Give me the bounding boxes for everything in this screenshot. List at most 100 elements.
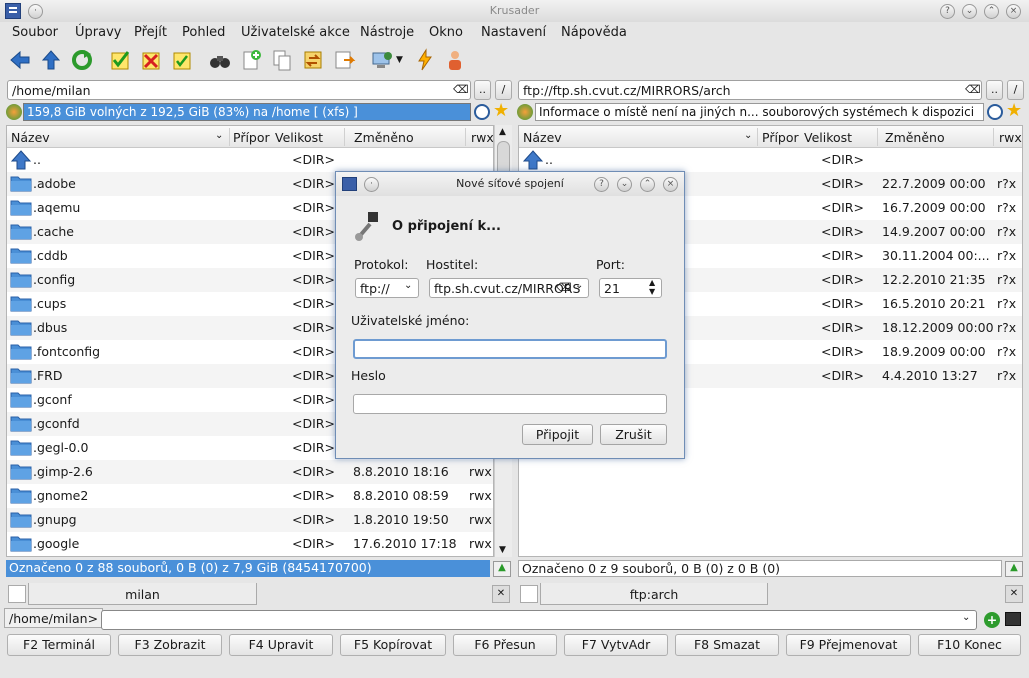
right-history-icon[interactable] [987,104,1003,120]
left-tab[interactable]: milan [28,583,257,605]
menu-okno[interactable]: Okno [429,25,463,40]
protocol-chevron-down-icon[interactable]: ⌄ [404,280,412,291]
host-clear-icon[interactable]: ⌫ [556,281,572,294]
minimize-icon[interactable]: ⌄ [962,4,977,19]
connect-button[interactable]: Připojit [522,424,593,445]
dialog-maximize-icon[interactable]: ⌃ [640,177,655,192]
unselect-all-icon[interactable] [139,48,163,72]
folder-icon [10,487,32,504]
cmdline-input[interactable] [101,610,977,630]
network-icon[interactable] [370,48,394,72]
compare-icon[interactable] [332,48,356,72]
f8-delete-button[interactable]: F8 Smazat [675,634,779,656]
f3-view-button[interactable]: F3 Zobrazit [118,634,222,656]
right-media-icon[interactable] [517,104,533,120]
sort-chevron-icon[interactable]: ⌄ [744,130,752,141]
menu-prejit[interactable]: Přejít [134,25,167,40]
right-close-tab-icon[interactable]: ✕ [1005,585,1023,603]
select-all-icon[interactable] [108,48,132,72]
left-parent-button[interactable]: .. [474,80,491,100]
right-root-button[interactable]: / [1007,80,1024,100]
left-path-input[interactable]: /home/milan [7,80,471,100]
col-ext[interactable]: Přípor [233,130,270,145]
file-name: .gconfd [33,416,80,431]
dialog-titlebar: · Nové síťové spojení ? ⌄ ⌃ × [336,172,684,196]
host-chevron-down-icon[interactable]: ⌄ [575,280,583,291]
f5-copy-button[interactable]: F5 Kopírovat [340,634,446,656]
left-sync-up-icon[interactable]: ▲ [493,561,511,577]
left-bookmark-icon[interactable]: ★ [493,100,509,121]
col-name[interactable]: Název [523,130,562,145]
left-history-icon[interactable] [474,104,490,120]
disconnect-icon[interactable] [413,48,437,72]
sync-icon[interactable] [301,48,325,72]
menu-soubor[interactable]: Soubor [12,25,58,40]
close-icon[interactable]: × [1006,4,1021,19]
dialog-close-icon[interactable]: × [663,177,678,192]
refresh-icon[interactable] [70,48,94,72]
copy-file-icon[interactable] [270,48,294,72]
left-clear-icon[interactable]: ⌫ [453,83,469,96]
username-input[interactable] [353,339,667,359]
root-user-icon[interactable] [443,48,467,72]
right-sync-up-icon[interactable]: ▲ [1005,561,1023,577]
folder-icon [10,295,32,312]
chevron-down-icon[interactable]: ▼ [396,55,403,65]
right-parent-button[interactable]: .. [986,80,1003,100]
back-icon[interactable] [8,48,32,72]
menu-nastaveni[interactable]: Nastavení [481,25,546,40]
right-new-tab-icon[interactable] [520,585,538,603]
dialog-help-icon[interactable]: ? [594,177,609,192]
file-row[interactable]: .gnome2 <DIR> 8.8.2010 08:59 rwx [7,484,493,508]
col-name[interactable]: Název [11,130,50,145]
f4-edit-button[interactable]: F4 Upravit [229,634,333,656]
file-row[interactable]: .. <DIR> [7,148,493,172]
maximize-icon[interactable]: ⌃ [984,4,999,19]
f6-move-button[interactable]: F6 Přesun [453,634,557,656]
col-perm[interactable]: rwx [999,130,1022,145]
f7-mkdir-button[interactable]: F7 VytvAdr [564,634,668,656]
menu-uzivatelske-akce[interactable]: Uživatelské akce [241,25,350,40]
left-close-tab-icon[interactable]: ✕ [492,585,510,603]
col-modified[interactable]: Změněno [354,130,414,145]
menu-nastroje[interactable]: Nástroje [360,25,414,40]
terminal-icon[interactable] [1005,612,1021,626]
add-icon[interactable]: + [984,612,1000,628]
f9-rename-button[interactable]: F9 Přejmenovat [786,634,911,656]
sort-chevron-icon[interactable]: ⌄ [215,130,223,141]
password-input[interactable] [353,394,667,414]
col-modified[interactable]: Změněno [885,130,945,145]
f2-terminal-button[interactable]: F2 Terminál [7,634,111,656]
invert-selection-icon[interactable] [170,48,194,72]
menu-napoveda[interactable]: Nápověda [561,25,627,40]
port-stepper-icon[interactable]: ▲ ▼ [649,278,655,296]
right-tab[interactable]: ftp:arch [540,583,768,605]
col-size[interactable]: Velikost [804,130,852,145]
right-clear-icon[interactable]: ⌫ [965,83,981,96]
left-root-button[interactable]: / [495,80,512,100]
scroll-down-icon[interactable]: ▼ [499,545,506,555]
file-row[interactable]: .gimp-2.6 <DIR> 8.8.2010 18:16 rwx [7,460,493,484]
menu-upravy[interactable]: Úpravy [75,25,121,40]
cmdline-chevron-down-icon[interactable]: ⌄ [962,612,970,623]
col-perm[interactable]: rwx [471,130,493,145]
right-path-input[interactable]: ftp://ftp.sh.cvut.cz/MIRRORS/arch [518,80,982,100]
right-bookmark-icon[interactable]: ★ [1006,100,1022,121]
dialog-minimize-icon[interactable]: ⌄ [617,177,632,192]
left-media-icon[interactable] [6,104,22,120]
col-ext[interactable]: Přípor [762,130,799,145]
help-icon[interactable]: ? [940,4,955,19]
left-new-tab-icon[interactable] [8,585,26,603]
new-file-icon[interactable] [239,48,263,72]
file-row[interactable]: .gnupg <DIR> 1.8.2010 19:50 rwx [7,508,493,532]
menu-pohled[interactable]: Pohled [182,25,225,40]
cancel-button[interactable]: Zrušit [600,424,667,445]
file-row[interactable]: .google <DIR> 17.6.2010 17:18 rwx [7,532,493,556]
up-icon[interactable] [39,48,63,72]
f10-quit-button[interactable]: F10 Konec [918,634,1021,656]
binoculars-icon[interactable] [208,48,232,72]
file-perm: r?x [997,200,1017,215]
file-row[interactable]: .. <DIR> [519,148,1022,172]
col-size[interactable]: Velikost [275,130,323,145]
scroll-up-icon[interactable]: ▲ [499,127,506,137]
